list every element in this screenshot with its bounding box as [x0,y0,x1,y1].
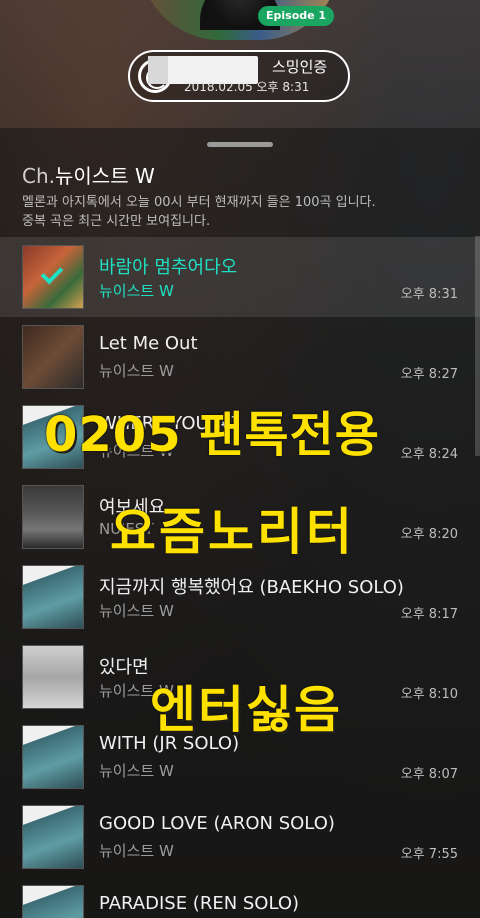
song-title: 지금까지 행복했어요 (BAEKHO SOLO) [99,577,404,598]
channel-name: 뉴이스트 W [55,164,155,188]
song-title: GOOD LOVE (ARON SOLO) [99,813,335,834]
song-title: 바람아 멈추어다오 [99,257,238,278]
channel-description: 멜론과 아지톡에서 오늘 00시 부터 현재까지 들은 100곡 입니다. 중복… [22,193,422,231]
song-row[interactable]: 지금까지 행복했어요 (BAEKHO SOLO) 뉴이스트 W 오후 8:17 [0,557,480,637]
song-time: 오후 8:07 [400,767,458,782]
album-thumbnail [22,325,84,389]
song-time: 오후 8:31 [400,287,458,302]
episode-badge: Episode 1 [258,6,335,26]
song-time: 오후 8:24 [400,447,458,462]
channel-prefix: Ch. [22,164,55,188]
now-playing-header: Episode 1 스밍인증 2018.02.05 오후 8:31 [0,0,480,128]
verify-date: 2018.02.05 오후 8:31 [184,80,310,94]
song-artist: 뉴이스트 W [99,362,174,380]
song-time: 오후 8:17 [400,607,458,622]
channel-title: Ch.뉴이스트 W [22,160,155,189]
verify-label: 스밍인증 [272,58,328,76]
album-thumbnail [22,805,84,869]
panel-drag-handle[interactable] [207,142,273,147]
song-title: 있다면 [99,657,149,678]
song-title: PARADISE (REN SOLO) [99,893,300,914]
album-thumbnail [22,565,84,629]
song-row[interactable]: PARADISE (REN SOLO) [0,877,480,918]
song-artist: 뉴이스트 W [99,842,174,860]
album-thumbnail [22,485,84,549]
overlay-caption-2: 요즘노리터 [110,503,355,561]
song-time: 오후 8:27 [400,367,458,382]
description-line-2: 중복 곡은 최근 시간만 보여집니다. [22,214,211,229]
song-artist: 뉴이스트 W [99,602,174,620]
overlay-caption-1: 0205 팬톡전용 [44,407,380,463]
song-title: Let Me Out [99,333,198,354]
song-artist: 뉴이스트 W [99,762,174,780]
description-line-1: 멜론과 아지톡에서 오늘 00시 부터 현재까지 들은 100곡 입니다. [22,195,376,210]
song-row[interactable]: GOOD LOVE (ARON SOLO) 뉴이스트 W 오후 7:55 [0,797,480,877]
song-artist: 뉴이스트 W [99,282,174,300]
album-thumbnail [22,725,84,789]
album-thumbnail [22,645,84,709]
song-list: 바람아 멈추어다오 뉴이스트 W 오후 8:31 Let Me Out 뉴이스트… [0,237,480,918]
song-row[interactable]: Let Me Out 뉴이스트 W 오후 8:27 [0,317,480,397]
song-row[interactable]: 바람아 멈추어다오 뉴이스트 W 오후 8:31 [0,237,480,317]
song-time: 오후 7:55 [400,847,458,862]
overlay-caption-3: 엔터싫음 [150,681,342,739]
song-time: 오후 8:10 [400,687,458,702]
song-time: 오후 8:20 [400,527,458,542]
album-thumbnail [22,885,84,918]
